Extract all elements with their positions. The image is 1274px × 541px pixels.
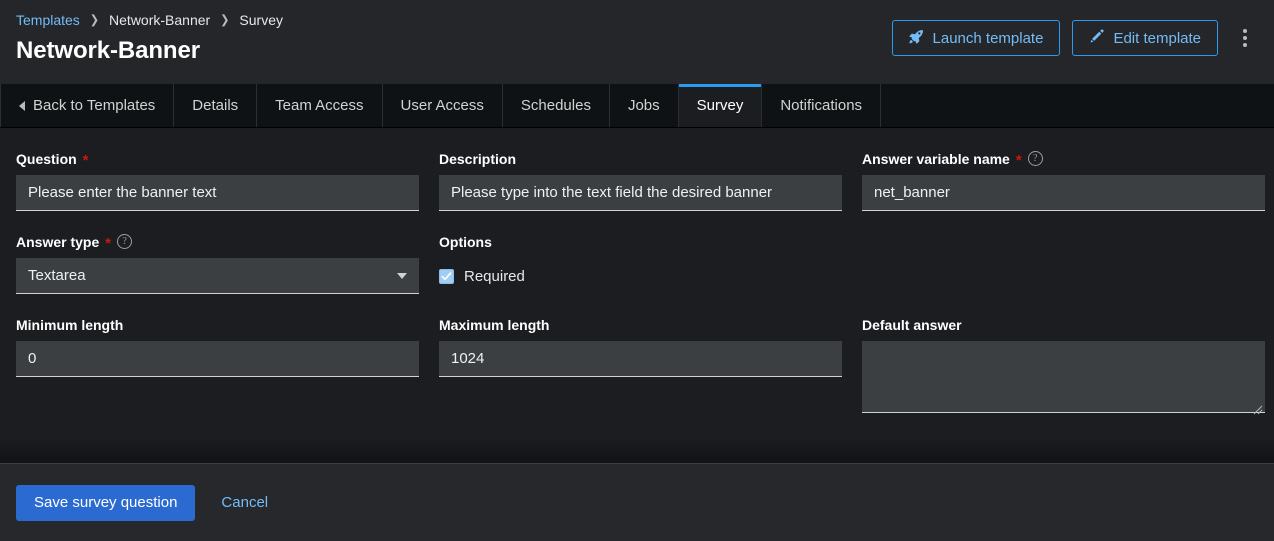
tab-label: Details <box>192 97 239 114</box>
answer-type-label-group: Answer type * ? <box>16 233 419 252</box>
maximum-length-label-group: Maximum length <box>439 316 842 333</box>
answer-type-label: Answer type <box>16 233 100 250</box>
minimum-length-label: Minimum length <box>16 316 124 333</box>
edit-template-button[interactable]: Edit template <box>1072 20 1218 56</box>
required-asterisk-icon: * <box>105 235 112 252</box>
check-icon <box>441 271 452 280</box>
minimum-length-input[interactable] <box>16 341 419 377</box>
answer-type-select[interactable]: Textarea <box>16 258 419 294</box>
kebab-dot <box>1243 36 1247 40</box>
chevron-down-icon <box>397 272 407 279</box>
tab-jobs[interactable]: Jobs <box>609 84 679 127</box>
maximum-length-label: Maximum length <box>439 316 550 333</box>
empty-cell <box>862 233 1265 294</box>
required-checkbox-row[interactable]: Required <box>439 258 842 294</box>
tab-label: Team Access <box>275 97 364 114</box>
minimum-length-label-group: Minimum length <box>16 316 419 333</box>
maximum-length-input[interactable] <box>439 341 842 377</box>
default-answer-textarea[interactable] <box>862 341 1265 413</box>
tab-details[interactable]: Details <box>174 84 258 127</box>
form-footer: Save survey question Cancel <box>0 463 1274 541</box>
question-label: Question <box>16 150 77 167</box>
field-answer-variable-name: Answer variable name * ? <box>862 150 1265 211</box>
breadcrumb-separator: ❯ <box>89 13 100 27</box>
page-header: Templates ❯ Network-Banner ❯ Survey Netw… <box>0 0 1274 84</box>
required-checkbox[interactable] <box>439 268 454 284</box>
field-maximum-length: Maximum length <box>439 316 842 418</box>
help-circle-icon[interactable]: ? <box>117 234 133 249</box>
default-answer-label-group: Default answer <box>862 316 1265 333</box>
cancel-button[interactable]: Cancel <box>221 494 268 511</box>
tab-notifications[interactable]: Notifications <box>762 84 882 127</box>
actions-menu-button[interactable] <box>1232 20 1258 56</box>
description-label: Description <box>439 150 517 167</box>
rocket-icon <box>908 29 924 48</box>
answer-variable-name-label: Answer variable name <box>862 150 1010 167</box>
question-input[interactable] <box>16 175 419 211</box>
kebab-dot <box>1243 29 1247 33</box>
tab-label: Back to Templates <box>33 97 156 114</box>
field-description: Description <box>439 150 842 211</box>
breadcrumb-item-templates[interactable]: Templates <box>16 12 80 28</box>
pencil-icon <box>1089 28 1105 48</box>
default-answer-wrap <box>862 341 1265 418</box>
tab-label: Notifications <box>780 97 863 114</box>
description-label-group: Description <box>439 150 842 167</box>
header-left: Templates ❯ Network-Banner ❯ Survey Netw… <box>16 12 283 65</box>
field-answer-type: Answer type * ? Textarea <box>16 233 419 294</box>
tab-label: Schedules <box>520 97 591 114</box>
breadcrumb-separator: ❯ <box>220 13 230 27</box>
survey-question-page: Templates ❯ Network-Banner ❯ Survey Netw… <box>0 0 1274 541</box>
help-circle-icon[interactable]: ? <box>1027 151 1043 166</box>
tab-schedules[interactable]: Schedules <box>502 84 610 127</box>
page-title: Network-Banner <box>16 37 200 64</box>
answer-variable-name-label-group: Answer variable name * ? <box>862 150 1265 169</box>
save-survey-question-button[interactable]: Save survey question <box>16 484 196 521</box>
required-asterisk-icon: * <box>82 152 89 169</box>
tab-label: Survey <box>696 97 744 114</box>
required-checkbox-label[interactable]: Required <box>464 268 525 285</box>
breadcrumb-item-survey: Survey <box>239 12 283 28</box>
description-input[interactable] <box>439 175 842 211</box>
breadcrumb-item-network-banner: Network-Banner <box>109 12 211 28</box>
field-minimum-length: Minimum length <box>16 316 419 418</box>
field-default-answer: Default answer <box>862 316 1265 418</box>
answer-variable-name-input[interactable] <box>862 175 1265 211</box>
breadcrumb: Templates ❯ Network-Banner ❯ Survey <box>16 12 283 28</box>
tab-bar: Back to Templates Details Team Access Us… <box>0 84 1274 128</box>
tab-label: Jobs <box>627 97 660 114</box>
options-label-group: Options <box>439 233 842 250</box>
launch-template-button[interactable]: Launch template <box>891 20 1061 56</box>
survey-question-form: Question * Description Answer variable n… <box>0 128 1274 463</box>
tab-label: User Access <box>400 97 484 114</box>
field-options: Options Required <box>439 233 842 294</box>
tab-team-access[interactable]: Team Access <box>257 84 383 127</box>
default-answer-label: Default answer <box>862 316 962 333</box>
kebab-dot <box>1243 43 1247 47</box>
answer-type-selected-value: Textarea <box>28 267 86 284</box>
tab-back-to-templates[interactable]: Back to Templates <box>0 84 175 127</box>
question-label-group: Question * <box>16 150 419 169</box>
edit-template-label: Edit template <box>1113 29 1201 47</box>
tab-user-access[interactable]: User Access <box>382 84 503 127</box>
field-question: Question * <box>16 150 419 211</box>
header-actions: Launch template Edit template <box>891 12 1258 56</box>
chevron-left-icon <box>19 100 25 111</box>
required-asterisk-icon: * <box>1015 152 1022 169</box>
options-label: Options <box>439 233 492 250</box>
launch-template-label: Launch template <box>932 29 1044 47</box>
form-grid: Question * Description Answer variable n… <box>16 150 1265 440</box>
tab-survey[interactable]: Survey <box>678 84 763 127</box>
